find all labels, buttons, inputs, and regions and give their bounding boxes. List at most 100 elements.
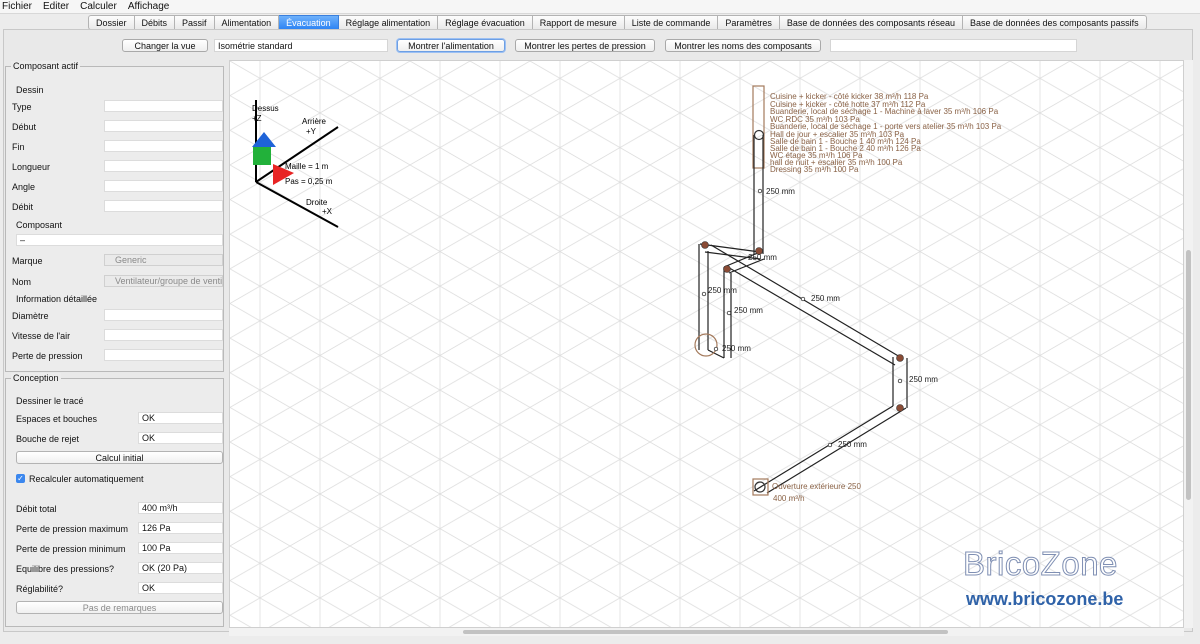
name-field[interactable]: Ventilateur/groupe de ventil xyxy=(104,275,223,287)
name-label: Nom xyxy=(12,277,32,287)
pressure-balance-label: Equilibre des pressions? xyxy=(16,564,115,574)
tab-bdd-composants-passifs[interactable]: Base de données des composants passifs xyxy=(962,15,1147,30)
change-view-button[interactable]: Changer la vue xyxy=(122,39,208,52)
exterior-opening-label: Ouverture extérieure 250 xyxy=(772,482,861,491)
duct-label: 250 mm xyxy=(909,375,938,384)
menu-fichier[interactable]: Fichier xyxy=(2,1,32,12)
horizontal-scroll-thumb[interactable] xyxy=(463,630,948,634)
menu-editer[interactable]: Editer xyxy=(43,1,69,12)
max-pressure-loss-label: Perte de pression maximum xyxy=(16,524,129,534)
auto-recalc-label: Recalculer automatiquement xyxy=(29,474,144,484)
drawing-header: Dessin xyxy=(16,85,44,95)
debut-field[interactable] xyxy=(104,120,223,132)
min-pressure-loss-label: Perte de pression minimum xyxy=(16,544,126,554)
axis-back-label: Arrière xyxy=(302,117,327,126)
angle-field[interactable] xyxy=(104,180,223,192)
menu-affichage[interactable]: Affichage xyxy=(128,1,170,12)
y-axis-cube-icon xyxy=(253,147,271,165)
tab-passif[interactable]: Passif xyxy=(175,15,215,30)
debut-label: Début xyxy=(12,122,37,132)
component-header: Composant xyxy=(16,220,63,230)
tab-liste-de-commande[interactable]: Liste de commande xyxy=(624,15,719,30)
tab-rapport-de-mesure[interactable]: Rapport de mesure xyxy=(532,15,625,30)
initial-calc-button[interactable]: Calcul initial xyxy=(16,451,223,464)
axis-top-sign: +Z xyxy=(252,114,262,123)
toolbar-extra-field[interactable] xyxy=(830,39,1077,52)
duct-label: 250 mm xyxy=(838,440,867,449)
show-pressure-losses-button[interactable]: Montrer les pertes de pression xyxy=(515,39,655,52)
adjustability-label: Réglabilité? xyxy=(16,584,64,594)
watermark-url: www.bricozone.be xyxy=(966,589,1124,609)
isometric-drawing[interactable]: Dessus +Z Arrière +Y Maille = 1 m Pas = … xyxy=(230,61,1184,628)
brand-field[interactable]: Generic xyxy=(104,254,223,266)
draw-header: Dessiner le tracé xyxy=(16,396,84,406)
duct-label: 250 mm xyxy=(708,286,737,295)
max-pressure-loss-field: 126 Pa xyxy=(138,522,223,534)
debit-field[interactable] xyxy=(104,200,223,212)
longueur-label: Longueur xyxy=(12,162,51,172)
tab-alimentation[interactable]: Alimentation xyxy=(214,15,280,30)
menu-calculer[interactable]: Calculer xyxy=(80,1,117,12)
left-panel: Composant actif Dessin Type Début Fin Lo… xyxy=(5,60,224,628)
type-label: Type xyxy=(12,102,32,112)
exhaust-field: OK xyxy=(138,432,223,444)
tab-parametres[interactable]: Paramètres xyxy=(718,15,780,30)
design-group: Conception Dessiner le tracé Espaces et … xyxy=(5,373,224,627)
tab-bar: Dossier Débits Passif Alimentation Évacu… xyxy=(88,15,1147,30)
auto-recalc-checkbox[interactable]: ✓ xyxy=(16,474,25,483)
fin-label: Fin xyxy=(12,142,25,152)
exhaust-label: Bouche de rejet xyxy=(16,434,80,444)
remarks-button[interactable]: Pas de remarques xyxy=(16,601,223,614)
total-flow-field: 400 m³/h xyxy=(138,502,223,514)
axis-top-label: Dessus xyxy=(252,104,279,113)
show-supply-button[interactable]: Montrer l'alimentation xyxy=(397,39,505,52)
spaces-label: Espaces et bouches xyxy=(16,414,98,424)
tab-bdd-composants-reseau[interactable]: Base de données des composants réseau xyxy=(779,15,963,30)
watermark-brand: BricoZone xyxy=(963,545,1118,583)
pressure-balance-field: OK (20 Pa) xyxy=(138,562,223,574)
show-component-names-button[interactable]: Montrer les noms des composants xyxy=(665,39,821,52)
air-speed-field[interactable] xyxy=(104,329,223,341)
tab-reglage-alimentation[interactable]: Réglage alimentation xyxy=(338,15,439,30)
longueur-field[interactable] xyxy=(104,160,223,172)
adjustability-field: OK xyxy=(138,582,223,594)
diametre-field[interactable] xyxy=(104,309,223,321)
exterior-opening-flow: 400 m³/h xyxy=(773,494,805,503)
axis-right-label: Droite xyxy=(306,198,328,207)
fin-field[interactable] xyxy=(104,140,223,152)
drawing-canvas[interactable]: Dessus +Z Arrière +Y Maille = 1 m Pas = … xyxy=(229,60,1184,628)
spaces-field: OK xyxy=(138,412,223,424)
total-flow-label: Débit total xyxy=(16,504,57,514)
type-field[interactable] xyxy=(104,100,223,112)
pressure-loss-label: Perte de pression xyxy=(12,351,83,361)
duct-label: 250 mm xyxy=(722,344,751,353)
active-component-group: Composant actif Dessin Type Début Fin Lo… xyxy=(5,61,224,372)
component-field[interactable]: – xyxy=(16,234,223,246)
design-title: Conception xyxy=(11,373,61,383)
active-component-title: Composant actif xyxy=(11,61,81,71)
detail-header: Information détaillée xyxy=(16,294,98,304)
iso-grid xyxy=(230,61,1183,627)
duct-label: 250 mm xyxy=(748,253,777,262)
tab-debits[interactable]: Débits xyxy=(134,15,176,30)
brand-label: Marque xyxy=(12,256,43,266)
menu-bar: Fichier Editer Calculer Affichage xyxy=(0,0,1200,14)
tab-evacuation[interactable]: Évacuation xyxy=(279,15,339,30)
step-size-label: Pas = 0,25 m xyxy=(285,177,333,186)
air-speed-label: Vitesse de l'air xyxy=(12,331,71,341)
view-mode-field[interactable]: Isométrie standard xyxy=(214,39,388,52)
angle-label: Angle xyxy=(12,182,36,192)
grid-size-label: Maille = 1 m xyxy=(285,162,329,171)
tab-dossier[interactable]: Dossier xyxy=(88,15,135,30)
diametre-label: Diamètre xyxy=(12,311,49,321)
tab-reglage-evacuation[interactable]: Réglage évacuation xyxy=(438,15,533,30)
axis-right-sign: +X xyxy=(322,207,333,216)
vertical-scrollbar[interactable] xyxy=(1184,60,1193,628)
duct-label: 250 mm xyxy=(766,187,795,196)
horizontal-scrollbar[interactable] xyxy=(229,628,1184,636)
min-pressure-loss-field: 100 Pa xyxy=(138,542,223,554)
debit-label: Débit xyxy=(12,202,34,212)
pressure-loss-field[interactable] xyxy=(104,349,223,361)
vertical-scroll-thumb[interactable] xyxy=(1186,250,1191,500)
axis-back-sign: +Y xyxy=(306,127,317,136)
